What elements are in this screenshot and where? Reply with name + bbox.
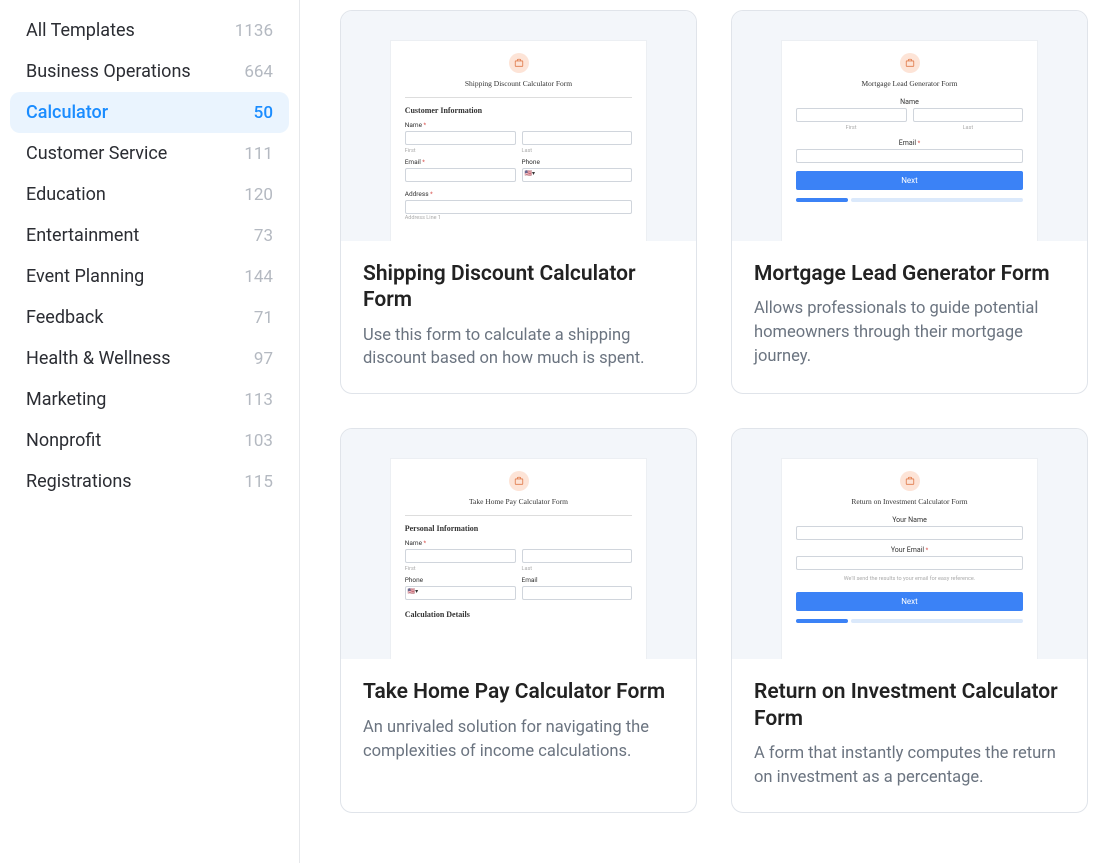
preview-title: Shipping Discount Calculator Form [405,79,633,88]
preview-label: Name [405,121,426,129]
template-description: Allows professionals to guide potential … [754,297,1065,369]
sidebar-item-feedback[interactable]: Feedback 71 [10,297,289,338]
template-title: Return on Investment Calculator Form [754,679,1065,732]
sidebar-item-marketing[interactable]: Marketing 113 [10,379,289,420]
template-card-shipping-discount[interactable]: Shipping Discount Calculator Form Custom… [340,10,697,394]
preview-form: Take Home Pay Calculator Form Personal I… [391,459,647,659]
sidebar-item-count: 111 [244,144,273,164]
template-description: Use this form to calculate a shipping di… [363,324,674,372]
sidebar-item-registrations[interactable]: Registrations 115 [10,461,289,502]
sidebar: All Templates 1136 Business Operations 6… [0,0,300,863]
sidebar-item-health-wellness[interactable]: Health & Wellness 97 [10,338,289,379]
template-preview: Return on Investment Calculator Form You… [732,429,1087,659]
briefcase-icon [509,53,529,73]
sidebar-item-count: 103 [244,431,273,451]
preview-form: Mortgage Lead Generator Form Name FirstL… [782,41,1038,241]
sidebar-item-event-planning[interactable]: Event Planning 144 [10,256,289,297]
preview-form: Shipping Discount Calculator Form Custom… [391,41,647,241]
preview-title: Return on Investment Calculator Form [851,497,967,506]
template-card-mortgage-lead[interactable]: Mortgage Lead Generator Form Name FirstL… [731,10,1088,394]
template-body: Shipping Discount Calculator Form Use th… [341,241,696,393]
briefcase-icon [509,471,529,491]
sidebar-item-count: 71 [254,308,273,328]
template-description: An unrivaled solution for navigating the… [363,716,674,764]
sidebar-item-education[interactable]: Education 120 [10,174,289,215]
sidebar-item-calculator[interactable]: Calculator 50 [10,92,289,133]
sidebar-item-label: Marketing [26,389,106,410]
template-preview: Shipping Discount Calculator Form Custom… [341,11,696,241]
sidebar-item-label: Event Planning [26,266,144,287]
preview-section: Personal Information [405,524,479,533]
sidebar-item-label: Entertainment [26,225,139,246]
sidebar-item-count: 120 [244,185,273,205]
preview-title: Mortgage Lead Generator Form [861,79,957,88]
briefcase-icon [900,471,920,491]
sidebar-item-count: 1136 [235,21,273,41]
sidebar-item-count: 73 [254,226,273,246]
template-title: Mortgage Lead Generator Form [754,261,1065,287]
sidebar-item-count: 113 [244,390,273,410]
sidebar-item-label: Nonprofit [26,430,101,451]
sidebar-item-label: Calculator [26,102,108,123]
briefcase-icon [900,53,920,73]
sidebar-item-count: 144 [244,267,273,287]
sidebar-item-label: All Templates [26,20,135,41]
sidebar-item-count: 50 [254,103,273,123]
sidebar-item-label: Health & Wellness [26,348,171,369]
sidebar-item-nonprofit[interactable]: Nonprofit 103 [10,420,289,461]
sidebar-item-label: Registrations [26,471,132,492]
template-preview: Take Home Pay Calculator Form Personal I… [341,429,696,659]
sidebar-item-label: Feedback [26,307,103,328]
sidebar-item-all-templates[interactable]: All Templates 1136 [10,10,289,51]
sidebar-item-entertainment[interactable]: Entertainment 73 [10,215,289,256]
template-body: Return on Investment Calculator Form A f… [732,659,1087,811]
sidebar-item-label: Customer Service [26,143,167,164]
preview-section: Customer Information [405,106,482,115]
template-description: A form that instantly computes the retur… [754,742,1065,790]
preview-next-button: Next [796,171,1024,190]
template-card-take-home-pay[interactable]: Take Home Pay Calculator Form Personal I… [340,428,697,812]
template-card-roi-calculator[interactable]: Return on Investment Calculator Form You… [731,428,1088,812]
sidebar-item-customer-service[interactable]: Customer Service 111 [10,133,289,174]
sidebar-item-label: Business Operations [26,61,191,82]
sidebar-item-business-operations[interactable]: Business Operations 664 [10,51,289,92]
template-body: Take Home Pay Calculator Form An unrival… [341,659,696,811]
template-title: Take Home Pay Calculator Form [363,679,674,705]
preview-section: Calculation Details [405,610,470,619]
template-body: Mortgage Lead Generator Form Allows prof… [732,241,1087,393]
template-title: Shipping Discount Calculator Form [363,261,674,314]
sidebar-item-count: 97 [254,349,273,369]
preview-next-button: Next [796,592,1024,611]
main-content: Shipping Discount Calculator Form Custom… [300,0,1116,863]
template-preview: Mortgage Lead Generator Form Name FirstL… [732,11,1087,241]
sidebar-item-label: Education [26,184,106,205]
sidebar-item-count: 115 [244,472,273,492]
preview-title: Take Home Pay Calculator Form [405,497,633,506]
template-grid: Shipping Discount Calculator Form Custom… [340,10,1088,813]
sidebar-item-count: 664 [244,62,273,82]
preview-form: Return on Investment Calculator Form You… [782,459,1038,659]
